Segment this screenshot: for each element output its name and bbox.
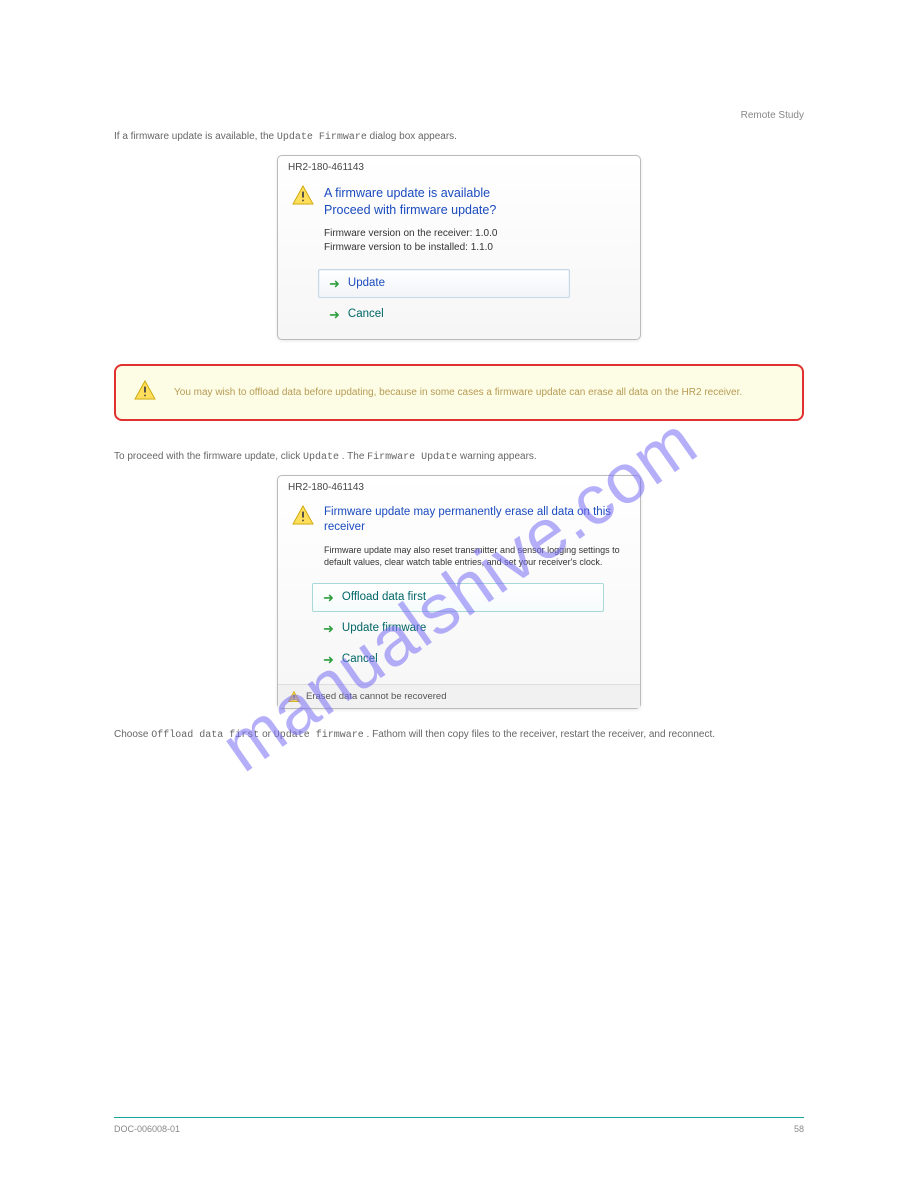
firmware-current-version: Firmware version on the receiver: 1.0.0 — [324, 227, 497, 241]
dialog-headline: Firmware update may permanently erase al… — [324, 505, 626, 536]
text: . Fathom will then copy files to the rec… — [367, 729, 716, 740]
text: dialog box appears. — [370, 131, 457, 142]
button-label: Cancel — [348, 308, 384, 320]
warning-icon — [288, 691, 300, 702]
firmware-new-version: Firmware version to be installed: 1.1.0 — [324, 241, 497, 255]
dialog-headline-1: A firmware update is available — [324, 185, 497, 202]
dialog-title: HR2-180-461143 — [278, 476, 640, 499]
text: If a firmware update is available, the — [114, 131, 277, 142]
button-label: Update firmware — [342, 622, 426, 634]
text: or — [262, 729, 274, 740]
arrow-right-icon: ➜ — [323, 653, 334, 666]
arrow-right-icon: ➜ — [323, 622, 334, 635]
callout-text: You may wish to offload data before upda… — [174, 385, 742, 400]
button-label: Cancel — [342, 653, 378, 665]
dialog-title: HR2-180-461143 — [278, 156, 640, 179]
cancel-button[interactable]: ➜ Cancel — [318, 300, 570, 329]
dialog-footer: Erased data cannot be recovered — [278, 684, 640, 708]
arrow-right-icon: ➜ — [323, 591, 334, 604]
warning-icon — [134, 380, 160, 405]
update-button[interactable]: ➜ Update — [318, 269, 570, 298]
page-number: 58 — [794, 1124, 804, 1134]
button-label: Offload data first — [342, 591, 426, 603]
offload-data-button[interactable]: ➜ Offload data first — [312, 583, 604, 612]
closing-paragraph: Choose Offload data first or Update firm… — [114, 727, 804, 743]
page-header-right: Remote Study — [114, 110, 804, 121]
footer-text: Erased data cannot be recovered — [306, 691, 446, 702]
button-label: Update — [348, 277, 385, 289]
text: To proceed with the firmware update, cli… — [114, 451, 303, 462]
dialog-subtext: Firmware update may also reset transmitt… — [324, 544, 626, 569]
intro-paragraph: If a firmware update is available, the U… — [114, 129, 804, 145]
arrow-right-icon: ➜ — [329, 308, 340, 321]
warning-icon — [292, 185, 314, 255]
ui-term: Firmware Update — [367, 452, 457, 463]
warning-icon — [292, 505, 314, 569]
cancel-button[interactable]: ➜ Cancel — [312, 645, 604, 674]
firmware-update-dialog: HR2-180-461143 A firmware update is avai… — [277, 155, 641, 340]
text: Choose — [114, 729, 151, 740]
ui-term: Offload data first — [151, 730, 259, 741]
doc-number: DOC-006008-01 — [114, 1124, 180, 1134]
warning-callout: You may wish to offload data before upda… — [114, 364, 804, 421]
ui-term: Update — [303, 452, 339, 463]
text: . The — [342, 451, 367, 462]
text: warning appears. — [460, 451, 537, 462]
firmware-warning-dialog: HR2-180-461143 Firmware update may perma… — [277, 475, 641, 709]
arrow-right-icon: ➜ — [329, 277, 340, 290]
update-firmware-button[interactable]: ➜ Update firmware — [312, 614, 604, 643]
ui-term: Update firmware — [274, 730, 364, 741]
mid-paragraph: To proceed with the firmware update, cli… — [114, 449, 804, 465]
page-footer: DOC-006008-01 58 — [114, 1117, 804, 1134]
dialog-headline-2: Proceed with firmware update? — [324, 202, 497, 219]
page: Remote Study If a firmware update is ava… — [0, 0, 918, 1188]
ui-term: Update Firmware — [277, 132, 367, 143]
